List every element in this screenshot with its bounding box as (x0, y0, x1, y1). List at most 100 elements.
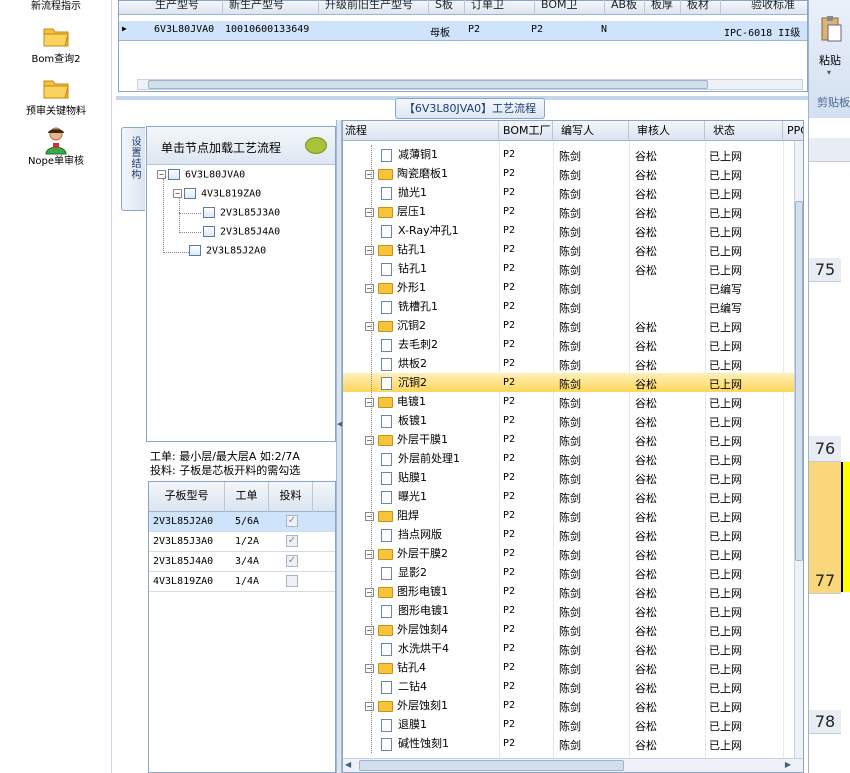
table-row[interactable]: 外层前处理1 P2 陈剑 谷松 已上网 (343, 449, 803, 468)
table-row[interactable]: − 外层干膜1 P2 陈剑 谷松 已上网 (343, 430, 803, 449)
table-row[interactable]: − 沉铜2 P2 陈剑 谷松 已上网 (343, 316, 803, 335)
table-row[interactable]: 烘板2 P2 陈剑 谷松 已上网 (343, 354, 803, 373)
table-row[interactable]: 贴膜1 P2 陈剑 谷松 已上网 (343, 468, 803, 487)
table-row[interactable]: ▶ 6V3L80JVA0 10010600133649 母板 P2 P2 N I… (119, 21, 807, 41)
select-all-corner[interactable] (809, 138, 850, 162)
collapse-icon[interactable]: − (365, 625, 374, 635)
row-number[interactable]: 75 (809, 258, 841, 282)
collapse-icon[interactable]: − (365, 283, 374, 293)
chevron-down-icon[interactable]: ▾ (827, 68, 831, 77)
feed-checkbox[interactable]: ✓ (286, 535, 298, 547)
table-row[interactable]: − 钻孔4 P2 陈剑 谷松 已上网 (343, 658, 803, 677)
table-row[interactable]: − 钻孔1 P2 陈剑 谷松 已上网 (343, 240, 803, 259)
selected-cell[interactable] (841, 462, 850, 592)
collapse-icon[interactable]: − (365, 245, 374, 255)
col-header[interactable]: BOM工厂 (499, 121, 553, 141)
table-row[interactable]: 水洗烘干4 P2 陈剑 谷松 已上网 (343, 639, 803, 658)
table-row[interactable]: 图形电镀1 P2 陈剑 谷松 已上网 (343, 601, 803, 620)
scroll-thumb[interactable] (148, 80, 708, 89)
col-header[interactable]: S板 (429, 0, 465, 15)
table-row[interactable]: − 图形电镀1 P2 陈剑 谷松 已上网 (343, 582, 803, 601)
col-header[interactable]: 升级前旧生产型号 (319, 0, 429, 15)
table-row[interactable]: − 外形1 P2 陈剑 已编写 (343, 278, 803, 297)
tab-structure[interactable]: 设置结构 (121, 127, 145, 211)
table-row[interactable]: 2V3L85J2A0 5/6A ✓ (149, 512, 335, 532)
collapse-icon[interactable]: − (365, 397, 374, 407)
launcher-item-bom-query[interactable]: Bom查询2 (0, 24, 112, 65)
table-row[interactable]: 退膜1 P2 陈剑 谷松 已上网 (343, 715, 803, 734)
table-row[interactable]: 沉铜2 P2 陈剑 谷松 已上网 (343, 373, 803, 392)
collapse-icon[interactable]: − (157, 170, 166, 179)
vertical-scrollbar[interactable] (794, 141, 803, 759)
collapse-icon[interactable]: − (365, 701, 374, 711)
col-header[interactable]: 验收标准 (721, 0, 809, 15)
table-row[interactable]: 4V3L819ZA0 1/4A (149, 572, 335, 592)
col-header[interactable]: 流程 (343, 121, 499, 141)
collapse-icon[interactable]: − (365, 663, 374, 673)
collapse-icon[interactable]: − (365, 587, 374, 597)
collapse-icon[interactable]: − (365, 549, 374, 559)
collapse-icon[interactable]: − (365, 207, 374, 217)
table-row[interactable]: 板镀1 P2 陈剑 谷松 已上网 (343, 411, 803, 430)
comment-bubble-icon[interactable] (305, 137, 327, 154)
scroll-right-icon[interactable]: ▶ (785, 760, 791, 769)
feed-checkbox[interactable] (286, 575, 298, 587)
table-row[interactable]: 抛光1 P2 陈剑 谷松 已上网 (343, 183, 803, 202)
collapse-icon[interactable]: − (173, 189, 182, 198)
table-row[interactable]: − 阻焊 P2 陈剑 谷松 已上网 (343, 506, 803, 525)
table-row[interactable]: 铣槽孔1 P2 陈剑 已编写 (343, 297, 803, 316)
table-row[interactable]: 2V3L85J4A0 3/4A ✓ (149, 552, 335, 572)
table-row[interactable]: 碱性蚀刻1 P2 陈剑 谷松 已上网 (343, 734, 803, 753)
table-row[interactable]: 减薄铜1 P2 陈剑 谷松 已上网 (343, 145, 803, 164)
paste-icon[interactable] (819, 14, 843, 44)
col-header[interactable]: 板材 (681, 0, 721, 15)
col-header[interactable]: PPC (783, 121, 803, 141)
launcher-item-pre-review[interactable]: 预审关键物料 (0, 76, 112, 117)
table-row[interactable]: 去毛刺2 P2 陈剑 谷松 已上网 (343, 335, 803, 354)
horizontal-scrollbar[interactable]: ◀ ▶ (343, 758, 803, 772)
table-row[interactable]: 显影2 P2 陈剑 谷松 已上网 (343, 563, 803, 582)
col-header[interactable]: 板厚 (645, 0, 681, 15)
collapse-icon[interactable]: − (365, 511, 374, 521)
table-row[interactable]: 钻孔1 P2 陈剑 谷松 已上网 (343, 259, 803, 278)
col-header[interactable]: 工单 (225, 482, 269, 512)
table-row[interactable]: − 外层蚀刻1 P2 陈剑 谷松 已上网 (343, 696, 803, 715)
scroll-thumb[interactable] (359, 760, 624, 771)
col-header[interactable]: 子板型号 (149, 482, 225, 512)
col-header[interactable]: 订单卫 (465, 0, 535, 15)
table-row[interactable]: − 外层干膜2 P2 陈剑 谷松 已上网 (343, 544, 803, 563)
collapse-icon[interactable]: − (365, 435, 374, 445)
table-row[interactable]: − 电镀1 P2 陈剑 谷松 已上网 (343, 392, 803, 411)
tree-node[interactable]: 2V3L85J4A0 (203, 226, 280, 238)
col-header[interactable]: 新生产型号 (223, 0, 319, 15)
tree-node-root[interactable]: − 6V3L80JVA0 (157, 169, 245, 181)
col-header[interactable]: 生产型号 (149, 0, 223, 15)
table-row[interactable]: 2V3L85J3A0 1/2A ✓ (149, 532, 335, 552)
col-header[interactable]: AB板 (605, 0, 645, 15)
feed-checkbox[interactable]: ✓ (286, 515, 298, 527)
tree-node[interactable]: 2V3L85J3A0 (203, 207, 280, 219)
table-row[interactable]: 挡点网版 P2 陈剑 谷松 已上网 (343, 525, 803, 544)
scroll-thumb[interactable] (795, 201, 803, 561)
col-header[interactable]: 审核人 (629, 121, 705, 141)
table-row[interactable]: − 层压1 P2 陈剑 谷松 已上网 (343, 202, 803, 221)
row-number[interactable]: 78 (809, 710, 841, 734)
row-number[interactable]: 77 (809, 568, 841, 594)
table-row[interactable]: 曝光1 P2 陈剑 谷松 已上网 (343, 487, 803, 506)
col-header[interactable]: 投料 (269, 482, 313, 512)
flow-tab-title[interactable]: 【6V3L80JVA0】工艺流程 (395, 98, 545, 119)
launcher-item-nope-review[interactable]: Nope单审核 (0, 126, 112, 167)
table-row[interactable]: 二钻4 P2 陈剑 谷松 已上网 (343, 677, 803, 696)
feed-checkbox[interactable]: ✓ (286, 555, 298, 567)
tree-node[interactable]: − 4V3L819ZA0 (173, 188, 261, 200)
col-header[interactable]: 编写人 (553, 121, 629, 141)
collapse-icon[interactable]: − (365, 169, 374, 179)
paste-label[interactable]: 粘贴 (819, 52, 841, 68)
col-header[interactable]: 状态 (705, 121, 783, 141)
table-row[interactable]: − 陶瓷磨板1 P2 陈剑 谷松 已上网 (343, 164, 803, 183)
table-row[interactable]: X-Ray冲孔1 P2 陈剑 谷松 已上网 (343, 221, 803, 240)
scroll-left-icon[interactable]: ◀ (345, 760, 351, 769)
col-header[interactable]: BOM卫 (535, 0, 605, 15)
row-number[interactable]: 76 (809, 436, 841, 462)
launcher-item-new-flow[interactable]: 新流程指示 (0, 0, 112, 12)
